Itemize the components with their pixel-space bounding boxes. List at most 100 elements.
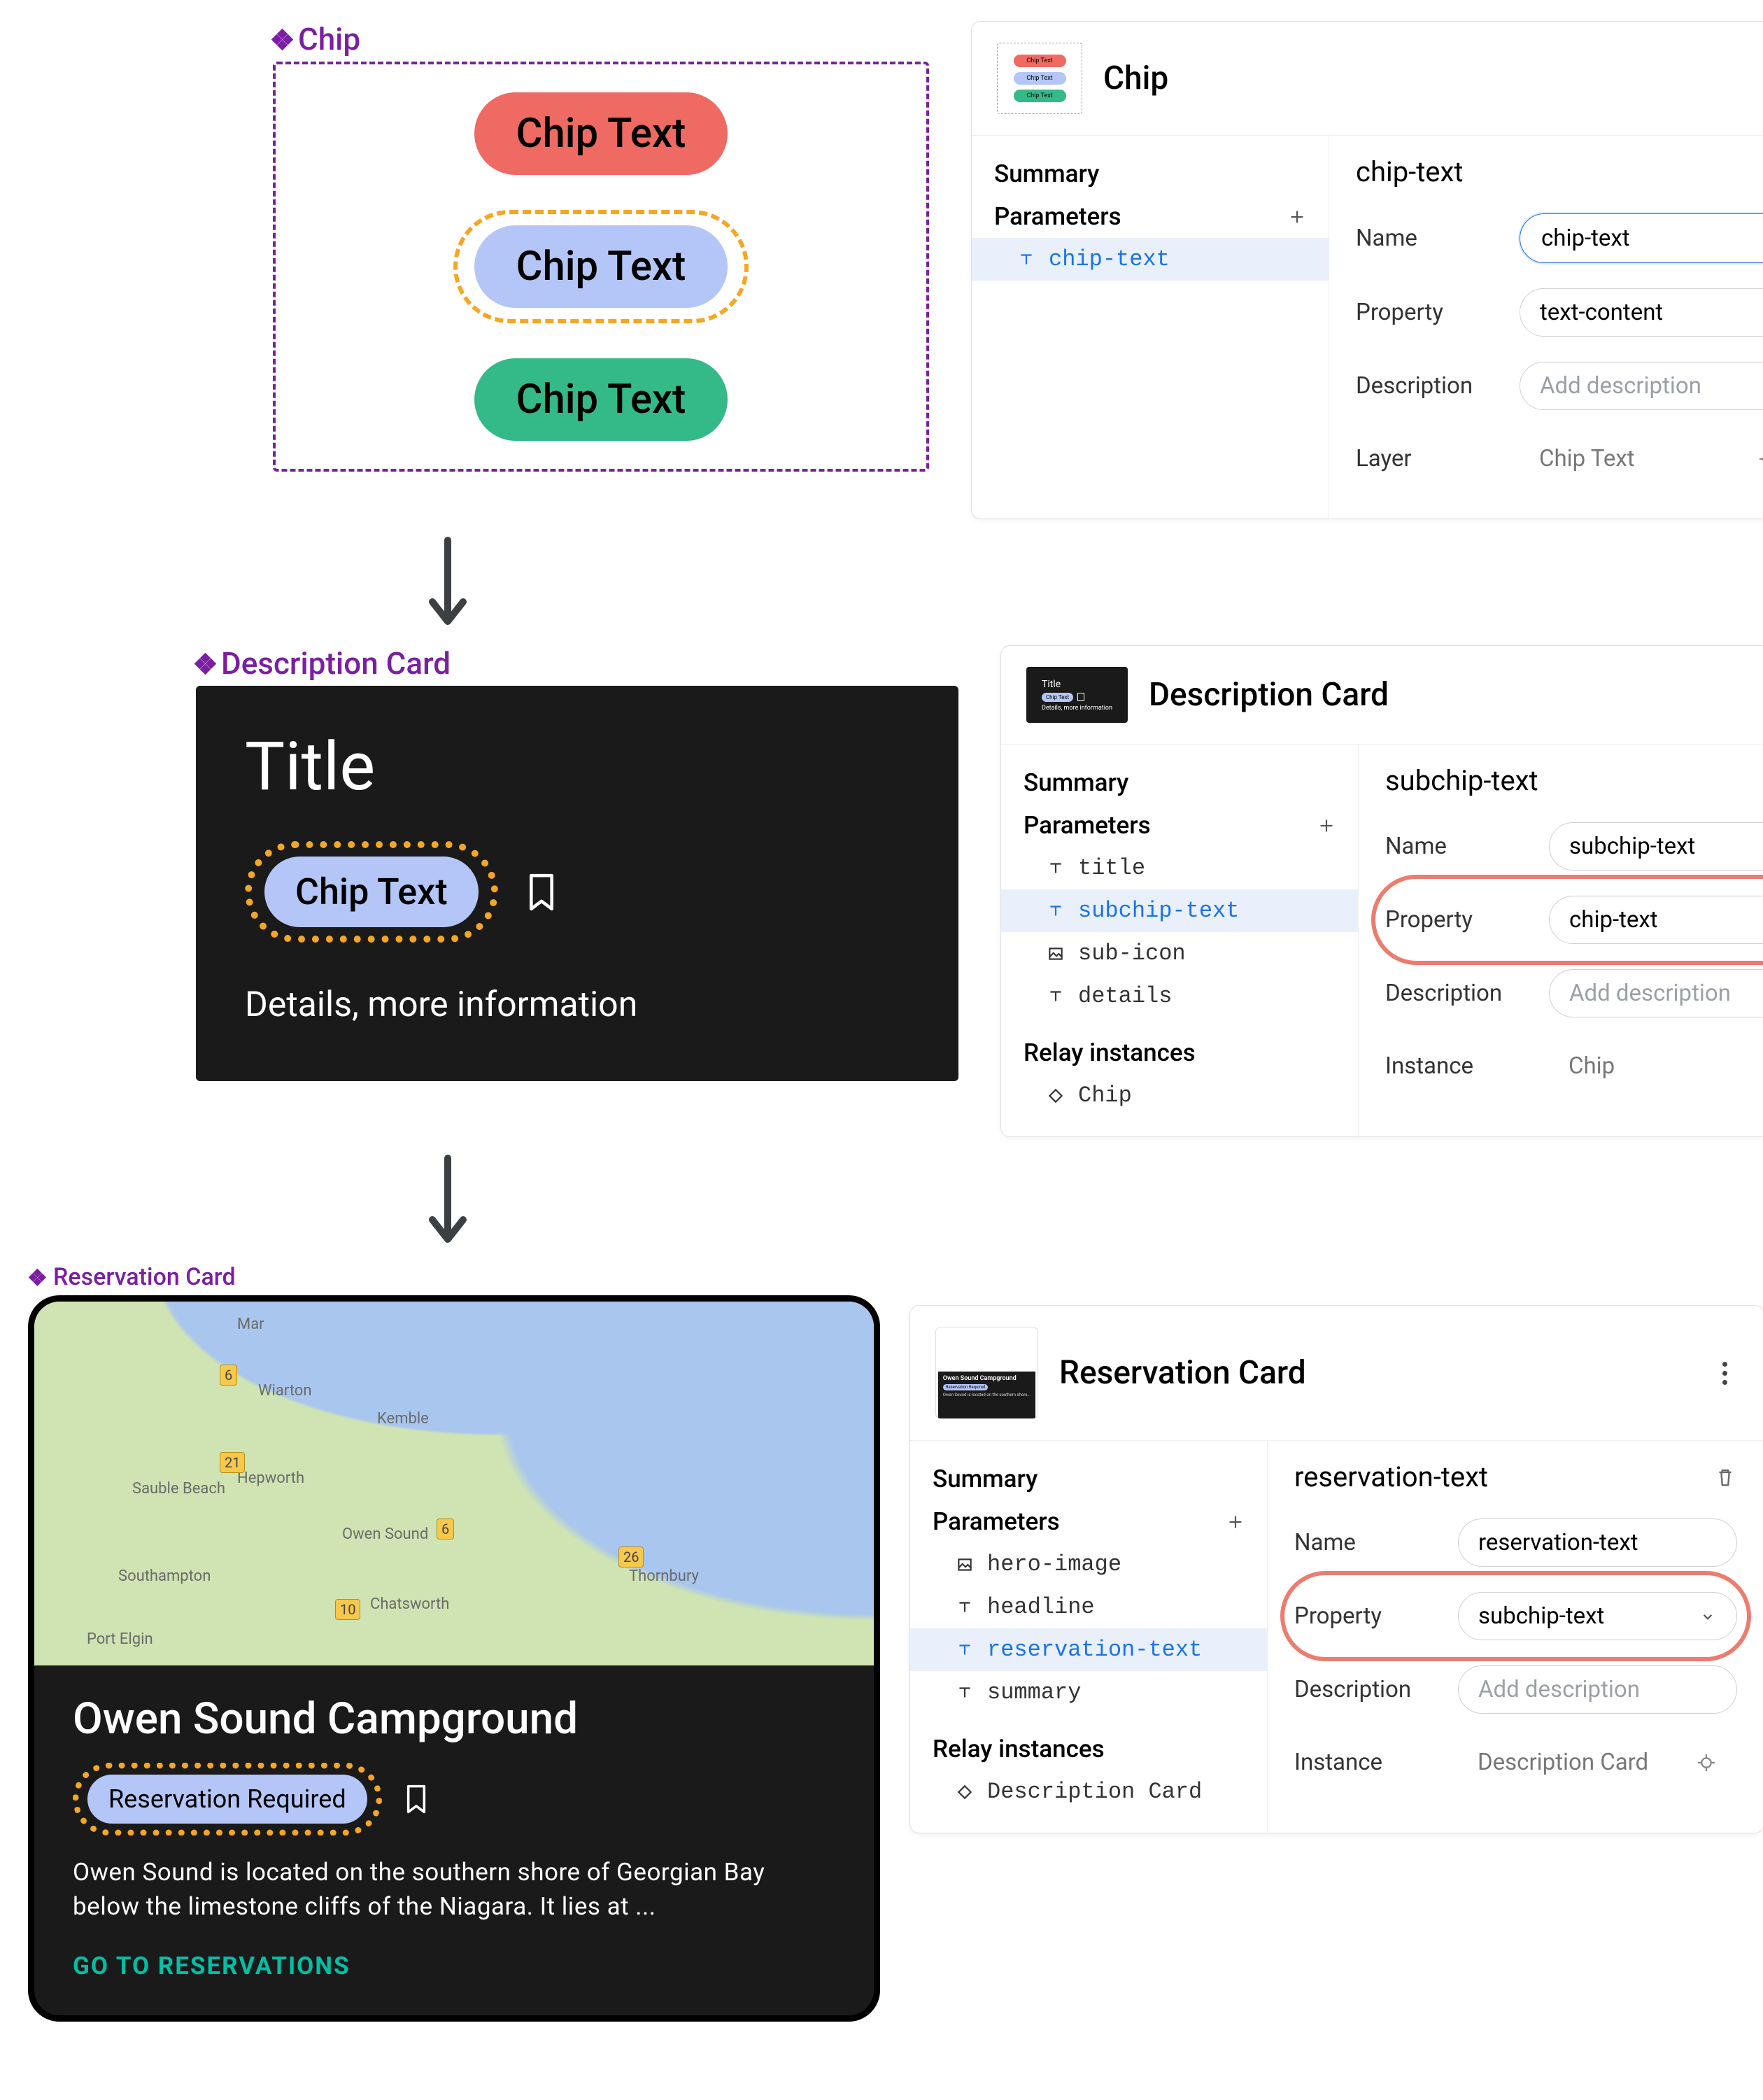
chip-variant-red[interactable]: Chip Text xyxy=(474,92,728,175)
chip-label: Chip xyxy=(298,21,360,57)
description-input[interactable]: Add description xyxy=(1549,969,1763,1017)
text-type-icon xyxy=(955,1598,975,1616)
param-chip-text[interactable]: chip-text xyxy=(972,238,1329,281)
desc-label: Description Card xyxy=(221,645,451,682)
param-reservation-text[interactable]: reservation-text xyxy=(910,1628,1267,1671)
add-parameter-icon[interactable] xyxy=(1317,817,1336,835)
target-icon[interactable] xyxy=(1757,448,1763,470)
map-place: Southampton xyxy=(118,1567,211,1585)
component-label-chip: Chip xyxy=(273,21,360,57)
map-road: 6 xyxy=(437,1518,454,1539)
param-details[interactable]: details xyxy=(1001,975,1358,1017)
selected-param-name: chip-text xyxy=(1356,155,1463,188)
map-road: 10 xyxy=(335,1599,360,1620)
reservation-headline: Owen Sound Campground xyxy=(73,1693,835,1745)
name-input[interactable] xyxy=(1520,213,1763,263)
desc-subchip[interactable]: Chip Text xyxy=(264,857,479,927)
component-label-res: Reservation Card xyxy=(28,1263,236,1291)
map-place: Chatsworth xyxy=(370,1595,449,1613)
param-sub-icon[interactable]: sub-icon xyxy=(1001,932,1358,975)
property-label: Property xyxy=(1294,1602,1441,1630)
selected-param-name: subchip-text xyxy=(1385,764,1538,797)
name-label: Name xyxy=(1385,833,1532,860)
overflow-menu-icon[interactable] xyxy=(1711,1362,1739,1385)
map-place: Kemble xyxy=(377,1410,429,1428)
parameters-header: Parameters xyxy=(1024,811,1151,840)
selected-param-name: reservation-text xyxy=(1294,1460,1488,1493)
chip-variant-blue[interactable]: Chip Text xyxy=(474,225,728,308)
image-type-icon xyxy=(955,1556,975,1574)
chip-properties-panel: Chip Text Chip Text Chip Text Chip Summa… xyxy=(971,21,1763,519)
arrow-down-icon xyxy=(420,1151,476,1256)
param-title[interactable]: title xyxy=(1001,847,1358,889)
description-label: Description xyxy=(1356,372,1503,400)
res-thumbnail: Owen Sound Campground Reservation Requir… xyxy=(935,1327,1038,1419)
desc-details: Details, more information xyxy=(245,985,909,1025)
name-input[interactable]: subchip-text xyxy=(1549,822,1763,871)
description-input[interactable]: Add description xyxy=(1520,362,1763,410)
param-hero-image[interactable]: hero-image xyxy=(910,1543,1267,1586)
property-label: Property xyxy=(1356,299,1503,326)
relay-instances-header: Relay instances xyxy=(1024,1038,1196,1067)
relay-instances-header: Relay instances xyxy=(933,1735,1105,1763)
summary-tab[interactable]: Summary xyxy=(933,1465,1038,1493)
panel-title: Chip xyxy=(1103,59,1751,97)
summary-tab[interactable]: Summary xyxy=(1024,768,1128,797)
name-input-field[interactable] xyxy=(1540,224,1763,253)
parameters-header: Parameters xyxy=(994,202,1121,231)
reservation-chip[interactable]: Reservation Required xyxy=(87,1775,367,1824)
property-select[interactable]: text-content xyxy=(1520,288,1763,337)
map-place: Hepworth xyxy=(237,1470,304,1487)
panel-title: Description Card xyxy=(1149,676,1763,714)
component-variant-icon xyxy=(30,1270,45,1285)
reservation-cta[interactable]: GO TO RESERVATIONS xyxy=(73,1952,835,1980)
relay-desc-card[interactable]: Description Card xyxy=(910,1770,1267,1813)
bookmark-icon[interactable] xyxy=(404,1784,428,1814)
map-road: 21 xyxy=(220,1452,245,1473)
text-type-icon xyxy=(955,1641,975,1659)
add-parameter-icon[interactable] xyxy=(1226,1513,1245,1531)
name-input[interactable]: reservation-text xyxy=(1458,1518,1737,1567)
chevron-down-icon xyxy=(1760,304,1763,322)
map-place: Port Elgin xyxy=(87,1630,153,1648)
map-place: Mar xyxy=(237,1316,264,1333)
reservation-chip-highlight: Reservation Required xyxy=(73,1763,382,1835)
chip-variant-green[interactable]: Chip Text xyxy=(474,358,728,441)
instance-value: Chip xyxy=(1549,1043,1763,1090)
map-road: 26 xyxy=(618,1546,644,1567)
summary-tab[interactable]: Summary xyxy=(994,160,1099,188)
res-label: Reservation Card xyxy=(53,1263,236,1291)
property-label: Property xyxy=(1385,906,1532,933)
text-type-icon xyxy=(1046,987,1065,1006)
map-place: Thornbury xyxy=(629,1567,699,1585)
text-type-icon xyxy=(1046,859,1065,878)
map-road: 6 xyxy=(220,1365,237,1386)
param-subchip-text[interactable]: subchip-text xyxy=(1001,889,1358,932)
description-input[interactable]: Add description xyxy=(1458,1665,1737,1714)
arrow-down-icon xyxy=(420,533,476,638)
hero-image-map: Mar Wiarton Kemble Hepworth Sauble Beach… xyxy=(34,1302,874,1665)
description-card-preview[interactable]: Title Chip Text Details, more informatio… xyxy=(196,686,958,1081)
param-summary[interactable]: summary xyxy=(910,1671,1267,1714)
layer-value: Chip Text xyxy=(1520,435,1763,482)
relay-chip[interactable]: Chip xyxy=(1001,1074,1358,1117)
name-label: Name xyxy=(1356,225,1503,252)
target-icon[interactable] xyxy=(1695,1752,1718,1774)
chip-thumbnail: Chip Text Chip Text Chip Text xyxy=(997,43,1082,114)
chip-component-frame[interactable]: Chip Text Chip Text Chip Text xyxy=(273,62,929,472)
desc-properties-panel: Title Chip Text Details, more informatio… xyxy=(1000,645,1763,1137)
param-headline[interactable]: headline xyxy=(910,1586,1267,1628)
delete-icon[interactable] xyxy=(1713,1465,1737,1489)
property-select[interactable]: subchip-text xyxy=(1458,1592,1737,1640)
map-place: Sauble Beach xyxy=(132,1480,225,1498)
map-place: Owen Sound xyxy=(342,1525,428,1543)
instance-label: Instance xyxy=(1294,1749,1441,1776)
subchip-highlight: Chip Text xyxy=(245,841,498,943)
layer-label: Layer xyxy=(1356,445,1503,472)
component-variant-icon xyxy=(196,654,214,672)
add-parameter-icon[interactable] xyxy=(1288,208,1306,226)
property-select[interactable]: chip-text xyxy=(1549,896,1763,944)
instance-value: Description Card xyxy=(1458,1739,1737,1786)
reservation-card-preview[interactable]: Mar Wiarton Kemble Hepworth Sauble Beach… xyxy=(28,1295,880,2022)
bookmark-icon[interactable] xyxy=(526,873,557,912)
